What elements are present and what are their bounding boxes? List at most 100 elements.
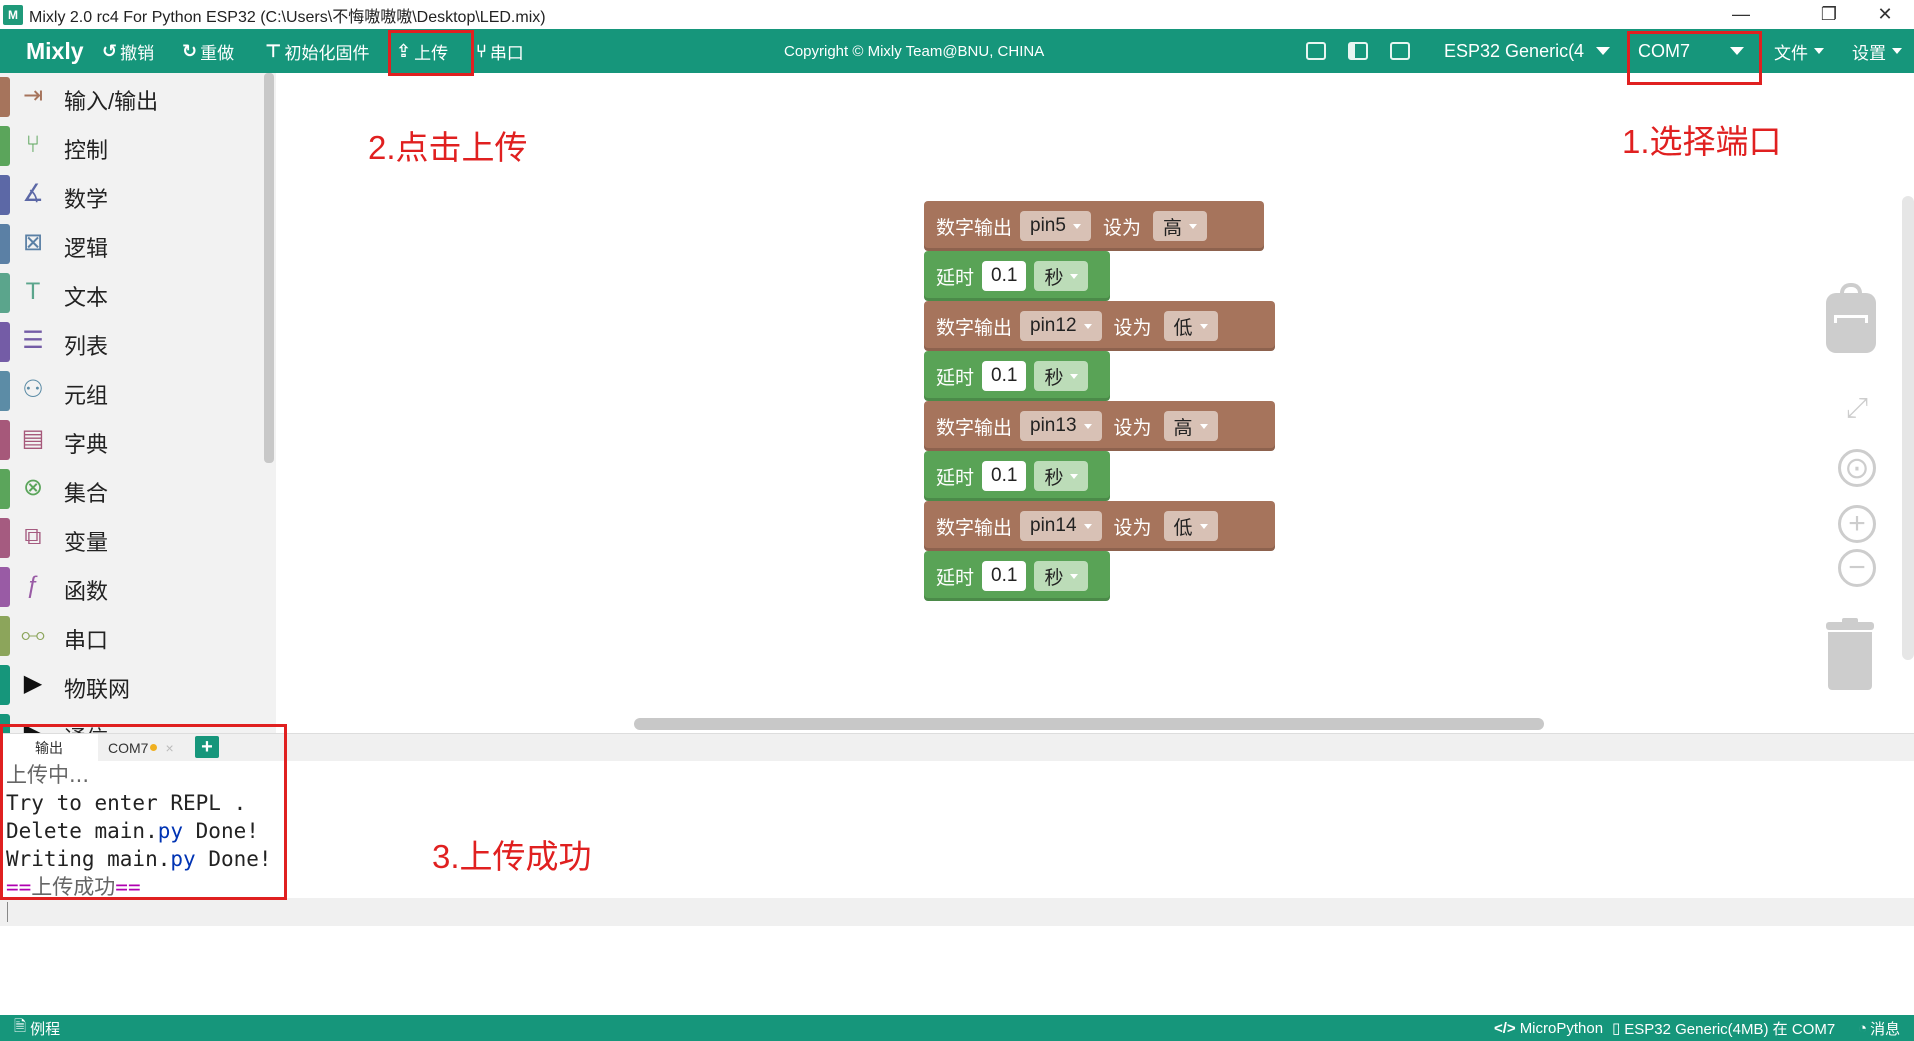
fullscreen-icon[interactable]: ⤢ bbox=[1840, 391, 1874, 425]
block-workspace[interactable]: 2.点击上传 1.选择端口 数字输出 pin5 设为高延时 0.1 秒数字输出 pin12… bbox=[276, 73, 1914, 733]
digital-output-block[interactable]: 数字输出 pin14 设为低 bbox=[924, 501, 1275, 551]
unit-dropdown[interactable]: 秒 bbox=[1034, 361, 1089, 391]
level-dropdown[interactable]: 低 bbox=[1163, 511, 1218, 541]
trash-icon[interactable] bbox=[1826, 618, 1874, 690]
level-dropdown[interactable]: 高 bbox=[1152, 211, 1207, 241]
undo-button[interactable]: ↺ 撤销 bbox=[102, 29, 154, 73]
sidebar-item-5[interactable]: ☰ 列表 bbox=[0, 318, 265, 366]
brand-logo: Mixly bbox=[26, 37, 84, 64]
messages-button[interactable]: ◔ 消息 bbox=[1858, 1015, 1900, 1041]
dropdown-arrow-icon bbox=[1070, 573, 1079, 579]
category-color-bar bbox=[0, 175, 10, 215]
delay-block[interactable]: 延时 0.1 秒 bbox=[924, 351, 1110, 401]
sidebar-item-label: 输入/输出 bbox=[64, 89, 159, 114]
sidebar-item-12[interactable]: ▶ 物联网 bbox=[0, 661, 265, 709]
workspace-vertical-scrollbar[interactable] bbox=[1902, 196, 1914, 660]
level-value: 高 bbox=[1173, 417, 1193, 439]
sidebar-item-label: 串口 bbox=[64, 628, 109, 653]
variable-icon: ⧉ bbox=[24, 523, 42, 550]
serial-button[interactable]: ⑂ 串口 bbox=[476, 29, 524, 73]
serial-label: 串口 bbox=[489, 43, 524, 63]
workspace-horizontal-scrollbar[interactable] bbox=[634, 718, 1544, 730]
pin-dropdown[interactable]: pin5 bbox=[1020, 211, 1091, 241]
block-view-icon[interactable] bbox=[1390, 42, 1410, 60]
math-icon: ∡ bbox=[22, 180, 44, 207]
board-port-indicator[interactable]: ▯ ESP32 Generic(4MB) 在 COM7 bbox=[1612, 1015, 1835, 1041]
category-color-bar bbox=[0, 371, 10, 411]
delay-number-input[interactable]: 0.1 bbox=[982, 361, 1027, 391]
zoom-in-icon[interactable]: + bbox=[1838, 505, 1876, 543]
level-value: 低 bbox=[1173, 517, 1193, 539]
unit-dropdown[interactable]: 秒 bbox=[1034, 261, 1089, 291]
block-label: 延时 bbox=[936, 467, 975, 489]
annotation-click-upload: 2.点击上传 bbox=[368, 129, 528, 166]
console-line: 上传中... bbox=[6, 763, 90, 787]
copyright-text: Copyright © Mixly Team@BNU, CHINA bbox=[784, 42, 1045, 60]
digital-output-block[interactable]: 数字输出 pin5 设为高 bbox=[924, 201, 1264, 251]
category-color-bar bbox=[0, 273, 10, 313]
backpack-icon[interactable] bbox=[1826, 283, 1876, 353]
sidebar-item-0[interactable]: ⇥ 输入/输出 bbox=[0, 73, 265, 121]
block-label: 数字输出 bbox=[936, 417, 1013, 439]
unit-dropdown[interactable]: 秒 bbox=[1034, 461, 1089, 491]
init-firmware-button[interactable]: ⊤ 初始化固件 bbox=[265, 29, 369, 73]
pin-dropdown[interactable]: pin12 bbox=[1020, 311, 1102, 341]
digital-output-block[interactable]: 数字输出 pin12 设为低 bbox=[924, 301, 1275, 351]
delay-block[interactable]: 延时 0.1 秒 bbox=[924, 251, 1110, 301]
pin-dropdown[interactable]: pin14 bbox=[1020, 511, 1102, 541]
language-indicator[interactable]: </> MicroPython bbox=[1494, 1015, 1603, 1041]
output-console[interactable]: 上传中... Try to enter REPL . Delete main.p… bbox=[0, 761, 1914, 906]
split-view-icon[interactable] bbox=[1348, 42, 1368, 60]
settings-menu[interactable]: 设置 bbox=[1852, 29, 1902, 73]
dict-icon: ▤ bbox=[21, 425, 45, 452]
sidebar-item-11[interactable]: ⧟ 串口 bbox=[0, 612, 265, 660]
digital-output-block[interactable]: 数字输出 pin13 设为高 bbox=[924, 401, 1275, 451]
sidebar-item-4[interactable]: T 文本 bbox=[0, 269, 265, 317]
unit-value: 秒 bbox=[1044, 267, 1064, 289]
delay-number-input[interactable]: 0.1 bbox=[982, 261, 1027, 291]
minimize-button[interactable]: — bbox=[1712, 0, 1770, 29]
sidebar-item-3[interactable]: ⊠ 逻辑 bbox=[0, 220, 265, 268]
unit-dropdown[interactable]: 秒 bbox=[1034, 561, 1089, 591]
zoom-out-icon[interactable]: − bbox=[1838, 549, 1876, 587]
sidebar-item-10[interactable]: ƒ 函数 bbox=[0, 563, 265, 611]
sidebar-item-9[interactable]: ⧉ 变量 bbox=[0, 514, 265, 562]
maximize-button[interactable]: ❐ bbox=[1800, 0, 1858, 29]
file-menu[interactable]: 文件 bbox=[1774, 29, 1824, 73]
level-dropdown[interactable]: 高 bbox=[1163, 411, 1218, 441]
block-label: 设为 bbox=[1113, 317, 1152, 339]
code-view-icon[interactable] bbox=[1306, 42, 1326, 60]
sidebar-item-7[interactable]: ▤ 字典 bbox=[0, 416, 265, 464]
sidebar-item-8[interactable]: ⊗ 集合 bbox=[0, 465, 265, 513]
block-label: 延时 bbox=[936, 567, 975, 589]
block-label: 设为 bbox=[1113, 417, 1152, 439]
sidebar-scrollbar[interactable] bbox=[264, 73, 274, 463]
level-dropdown[interactable]: 低 bbox=[1163, 311, 1218, 341]
pin-dropdown[interactable]: pin13 bbox=[1020, 411, 1102, 441]
sidebar-item-2[interactable]: ∡ 数学 bbox=[0, 171, 265, 219]
logic-icon: ⊠ bbox=[22, 229, 44, 256]
board-select-value: ESP32 Generic(4 bbox=[1444, 40, 1585, 61]
window-title: Mixly 2.0 rc4 For Python ESP32 (C:\Users… bbox=[29, 8, 546, 26]
delay-number-input[interactable]: 0.1 bbox=[982, 561, 1027, 591]
delay-block[interactable]: 延时 0.1 秒 bbox=[924, 451, 1110, 501]
redo-button[interactable]: ↻ 重做 bbox=[182, 29, 234, 73]
list-icon: ☰ bbox=[22, 327, 44, 354]
text-icon: T bbox=[25, 278, 41, 305]
file-icon: 🗎 bbox=[14, 1017, 27, 1035]
sidebar-item-1[interactable]: ⑂ 控制 bbox=[0, 122, 265, 170]
console-input-bar[interactable] bbox=[0, 898, 1914, 926]
examples-button[interactable]: 🗎 例程 bbox=[14, 1015, 60, 1041]
sidebar-item-6[interactable]: ⚇ 元组 bbox=[0, 367, 265, 415]
delay-block[interactable]: 延时 0.1 秒 bbox=[924, 551, 1110, 601]
pin-value: pin5 bbox=[1030, 215, 1066, 236]
board-select[interactable]: ESP32 Generic(4 bbox=[1444, 29, 1611, 73]
board-port-label: ESP32 Generic(4MB) 在 COM7 bbox=[1624, 1020, 1836, 1038]
close-button[interactable]: ✕ bbox=[1856, 0, 1914, 29]
output-panel: 输出 COM7 × + 上传中... Try to enter REPL . D… bbox=[0, 733, 1914, 1015]
sidebar-item-label: 元组 bbox=[64, 383, 109, 408]
delay-number-input[interactable]: 0.1 bbox=[982, 461, 1027, 491]
dropdown-arrow-icon bbox=[1083, 423, 1092, 429]
redo-icon: ↻ bbox=[182, 40, 198, 61]
center-icon[interactable]: ⊙ bbox=[1838, 449, 1876, 487]
